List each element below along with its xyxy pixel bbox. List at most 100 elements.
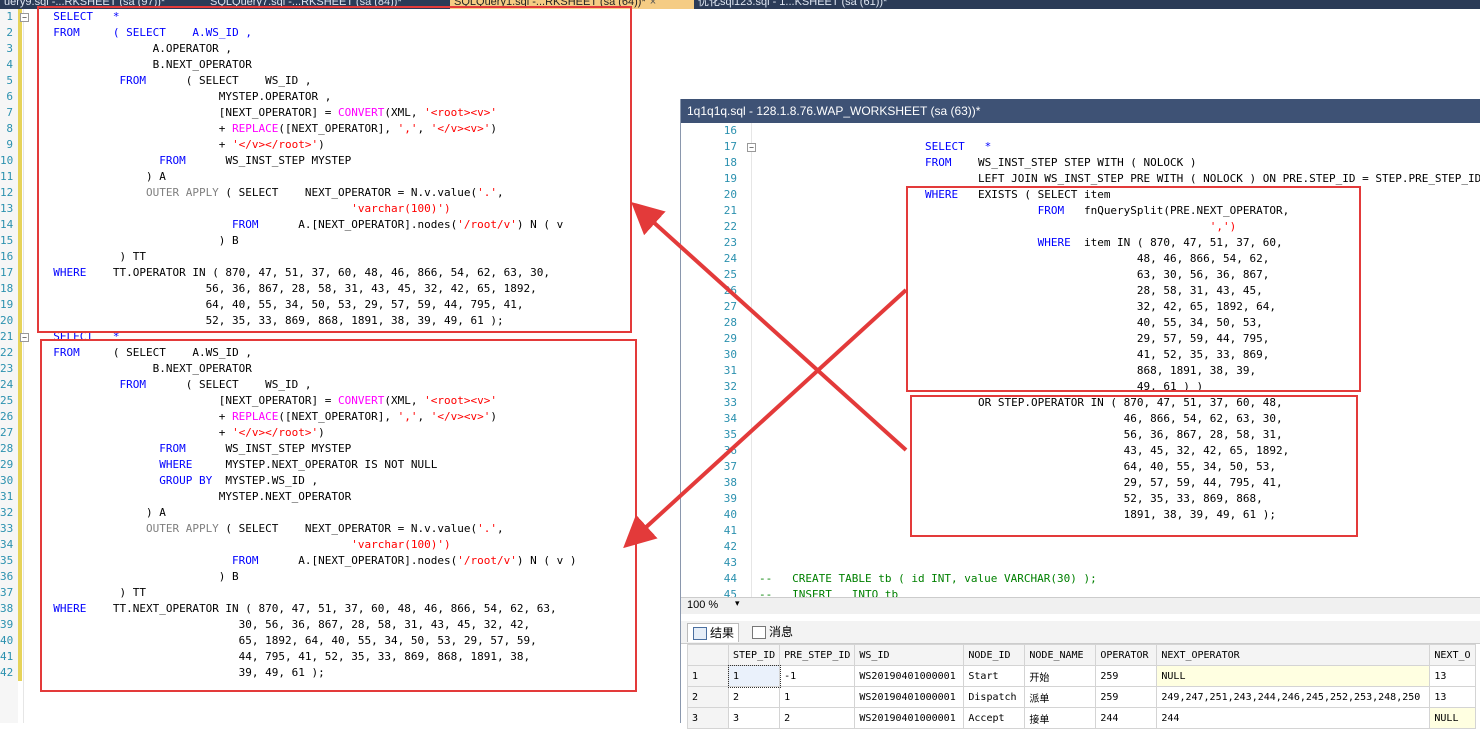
corner-cell [687, 644, 729, 666]
tab-messages[interactable]: 消息 [747, 623, 797, 641]
code-token: LEFT JOIN WS_INST_STEP PRE WITH ( NOLOCK… [925, 172, 1480, 185]
line-number: 12 [0, 186, 14, 199]
table-cell[interactable]: 开始 [1024, 665, 1097, 687]
table-row[interactable]: 2 2 1 WS20190401000001 Dispatch 派单 259 2… [687, 686, 1476, 708]
changed-lines-marker [18, 9, 22, 681]
line-number: 41 [723, 524, 737, 537]
line-number: 40 [723, 508, 737, 521]
column-header[interactable]: NODE_ID [963, 644, 1026, 666]
line-number: 26 [0, 410, 14, 423]
table-cell[interactable]: NULL [1429, 707, 1476, 729]
line-number: 34 [723, 412, 737, 425]
zoom-level[interactable]: 100 % [687, 599, 718, 611]
line-number: 32 [0, 506, 14, 519]
table-cell[interactable]: 13 [1429, 686, 1476, 708]
grid-icon [693, 627, 707, 640]
table-cell[interactable]: -1 [779, 665, 856, 687]
table-cell[interactable]: WS20190401000001 [854, 665, 965, 687]
line-number-gutter: 16 17 18 19 20 21 22 23 24 25 26 27 28 29 30 31 32 33 34 35… [681, 123, 749, 604]
table-cell[interactable]: Accept [963, 707, 1026, 729]
line-number: 22 [723, 220, 737, 233]
column-header[interactable]: WS_ID [854, 644, 965, 666]
collapse-icon[interactable]: − [747, 143, 756, 152]
chevron-down-icon[interactable]: ▾ [735, 598, 740, 609]
highlight-box-query1 [37, 6, 632, 333]
line-number: 14 [0, 218, 14, 231]
column-header[interactable]: NEXT_OPERATOR [1156, 644, 1431, 666]
row-number: 1 [687, 665, 729, 687]
line-number: 39 [0, 618, 14, 631]
table-cell[interactable]: 259 [1095, 665, 1158, 687]
line-number: 11 [0, 170, 14, 183]
column-header[interactable]: NODE_NAME [1024, 644, 1097, 666]
line-number: 20 [0, 314, 14, 327]
line-number: 5 [6, 74, 13, 87]
line-number: 1 [6, 10, 13, 23]
table-cell[interactable]: 接单 [1024, 707, 1097, 729]
table-cell[interactable]: 3 [727, 707, 781, 729]
table-row[interactable]: 3 3 2 WS20190401000001 Accept 接单 244 244… [687, 707, 1476, 729]
line-number: 31 [723, 364, 737, 377]
line-number: 28 [0, 442, 14, 455]
line-number: 42 [723, 540, 737, 553]
outline-bar [23, 9, 24, 723]
line-number: 8 [6, 122, 13, 135]
line-number: 36 [723, 444, 737, 457]
table-cell[interactable]: WS20190401000001 [854, 686, 965, 708]
tab-results[interactable]: 结果 [687, 623, 740, 642]
line-number: 28 [723, 316, 737, 329]
line-number: 25 [0, 394, 14, 407]
table-row[interactable]: 1 1 -1 WS20190401000001 Start 开始 259 NUL… [687, 664, 1476, 688]
table-cell[interactable]: NULL [1156, 665, 1431, 687]
line-number: 35 [0, 554, 14, 567]
table-cell[interactable]: 1 [727, 664, 781, 688]
table-cell[interactable]: WS20190401000001 [854, 707, 965, 729]
line-number: 29 [0, 458, 14, 471]
table-cell[interactable]: Dispatch [963, 686, 1026, 708]
table-cell[interactable]: 2 [727, 686, 781, 708]
results-grid[interactable]: STEP_ID PRE_STEP_ID WS_ID NODE_ID NODE_N… [687, 644, 1476, 729]
column-header[interactable]: STEP_ID [727, 644, 781, 666]
table-cell[interactable]: 1 [779, 686, 856, 708]
line-number: 44 [723, 572, 737, 585]
row-number: 2 [687, 686, 729, 708]
line-number: 16 [0, 250, 14, 263]
tab-results-label: 结果 [710, 626, 735, 640]
zoom-bar: 100 % ▾ [681, 597, 1480, 614]
results-header-row: STEP_ID PRE_STEP_ID WS_ID NODE_ID NODE_N… [687, 644, 1476, 666]
line-number: 24 [723, 252, 737, 265]
line-number: 31 [0, 490, 14, 503]
line-number: 17 [0, 266, 14, 279]
line-number: 35 [723, 428, 737, 441]
line-number: 23 [0, 362, 14, 375]
table-cell[interactable]: 2 [779, 707, 856, 729]
line-number: 6 [6, 90, 13, 103]
line-number: 20 [723, 188, 737, 201]
outline-bar [751, 123, 752, 604]
code-token: SELECT * [925, 140, 992, 153]
table-cell[interactable]: 派单 [1024, 686, 1097, 708]
line-number: 15 [0, 234, 14, 247]
line-number: 37 [0, 586, 14, 599]
collapse-icon[interactable]: − [20, 13, 29, 22]
table-cell[interactable]: 249,247,251,243,244,246,245,252,253,248,… [1156, 686, 1431, 708]
line-number: 19 [723, 172, 737, 185]
code-token: -- CREATE TABLE tb ( id INT, value VARCH… [759, 572, 1097, 585]
line-number: 40 [0, 634, 14, 647]
column-header[interactable]: PRE_STEP_ID [779, 644, 856, 666]
table-cell[interactable]: 259 [1095, 686, 1158, 708]
column-header[interactable]: OPERATOR [1095, 644, 1158, 666]
code-line: SELECT * [925, 139, 991, 155]
table-cell[interactable]: Start [963, 665, 1026, 687]
tab-optimize-sql[interactable]: 优化sql123.sql - 1...KSHEET (sa (61))* [694, 0, 891, 9]
table-cell[interactable]: 244 [1095, 707, 1158, 729]
result-tabs: 结果 消息 [681, 621, 1480, 644]
line-number: 25 [723, 268, 737, 281]
row-number: 3 [687, 707, 729, 729]
line-number: 16 [723, 124, 737, 137]
table-cell[interactable]: 13 [1429, 665, 1476, 687]
table-cell[interactable]: 244 [1156, 707, 1431, 729]
close-icon[interactable]: × [650, 0, 656, 8]
column-header[interactable]: NEXT_O [1429, 644, 1476, 666]
collapse-icon[interactable]: − [20, 333, 29, 342]
